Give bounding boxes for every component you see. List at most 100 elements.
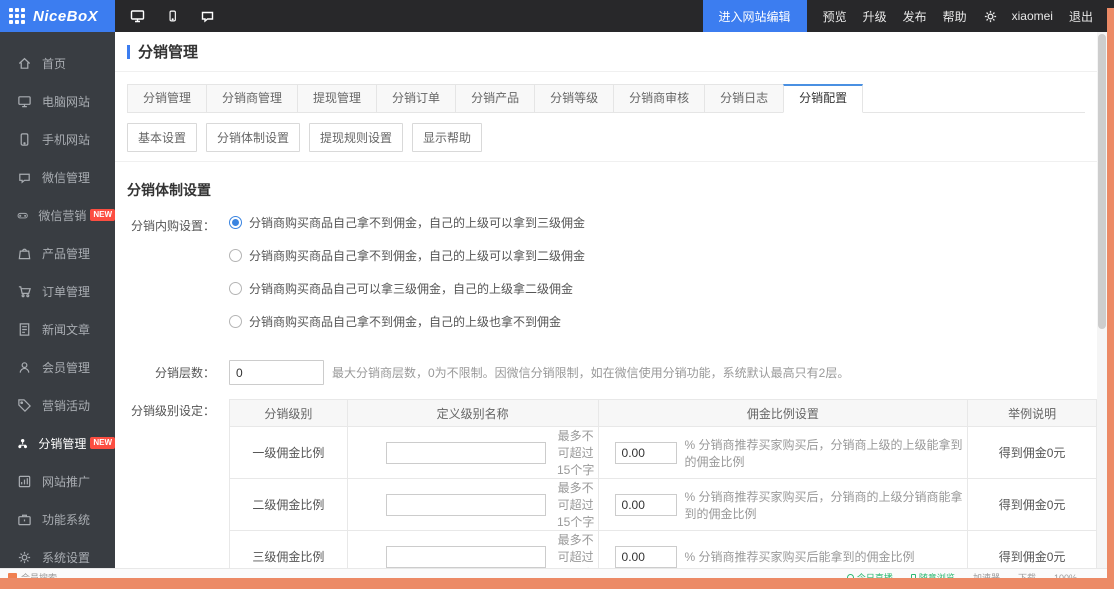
sidebar-item-mobile-site[interactable]: 手机网站	[0, 120, 115, 158]
radio-icon[interactable]	[229, 282, 242, 295]
desktop-view-icon[interactable]	[129, 8, 146, 24]
chart-icon	[17, 474, 32, 489]
distribution-system-settings-button[interactable]: 分销体制设置	[206, 123, 300, 152]
inner-purchase-setting-row: 分销内购设置： 分销商购买商品自己拿不到佣金，自己的上级可以拿到三级佣金 分销商…	[115, 214, 1097, 346]
name-hint: 最多不可超过15个字	[554, 427, 598, 478]
example-cell: 得到佣金0元	[968, 479, 1097, 531]
scrollbar[interactable]	[1097, 32, 1107, 578]
sidebar-item-pc-site[interactable]: 电脑网站	[0, 82, 115, 120]
main-content: 分销管理 分销管理 分销商管理 提现管理 分销订单 分销产品 分销等级 分销商审…	[115, 32, 1097, 578]
subnav: 基本设置 分销体制设置 提现规则设置 显示帮助	[115, 113, 1097, 162]
upgrade-link[interactable]: 升级	[863, 8, 887, 25]
radio-option-1[interactable]: 分销商购买商品自己拿不到佣金，自己的上级可以拿到三级佣金	[229, 214, 585, 231]
tab-distribution-config[interactable]: 分销配置	[783, 84, 863, 113]
tab-distribution-orders[interactable]: 分销订单	[376, 84, 456, 113]
sidebar-item-distribution[interactable]: 分销管理 NEW	[0, 424, 115, 462]
sidebar-item-orders[interactable]: 订单管理	[0, 272, 115, 310]
levels-hint: 最大分销商层数，0为不限制。因微信分销限制，如在微信使用分销功能，系统默认最高只…	[332, 364, 849, 381]
tab-bar: 分销管理 分销商管理 提现管理 分销订单 分销产品 分销等级 分销商审核 分销日…	[127, 84, 1085, 113]
distribution-levels-row: 分销层数： 最大分销商层数，0为不限制。因微信分销限制，如在微信使用分销功能，系…	[115, 360, 1097, 385]
col-header-rate: 佣金比例设置	[598, 400, 968, 427]
radio-selected-icon[interactable]	[229, 216, 242, 229]
name-hint: 最多不可超过15个字	[554, 479, 598, 530]
network-icon	[17, 436, 28, 451]
levels-input[interactable]	[229, 360, 324, 385]
sidebar-item-members[interactable]: 会员管理	[0, 348, 115, 386]
frame-corner	[1107, 0, 1114, 8]
grade-table: 分销级别 定义级别名称 佣金比例设置 举例说明 一级佣金比例 最多不可超过15个…	[229, 399, 1097, 578]
sidebar-item-promotion[interactable]: 网站推广	[0, 462, 115, 500]
withdrawal-rules-settings-button[interactable]: 提现规则设置	[309, 123, 403, 152]
tab-withdrawal-mgmt[interactable]: 提现管理	[297, 84, 377, 113]
tab-distribution-levels[interactable]: 分销等级	[534, 84, 614, 113]
radio-option-2[interactable]: 分销商购买商品自己拿不到佣金，自己的上级可以拿到二级佣金	[229, 247, 585, 264]
mobile-view-icon[interactable]	[166, 8, 179, 24]
section-heading-system: 分销体制设置	[127, 180, 1097, 200]
topbar: NiceBoX 进入网站编辑 预览 升级 发布 帮助 xiaomei 退出	[0, 0, 1107, 32]
rate-desc: % 分销商推荐买家购买后，分销商的上级分销商能拿到的佣金比例	[685, 488, 968, 522]
frame-right-bar	[1107, 8, 1114, 589]
preview-link[interactable]: 预览	[823, 8, 847, 25]
level1-rate-input[interactable]	[615, 442, 677, 464]
radio-icon[interactable]	[229, 249, 242, 262]
radio-option-3[interactable]: 分销商购买商品自己可以拿三级佣金，自己的上级拿二级佣金	[229, 280, 585, 297]
levels-label: 分销层数：	[115, 364, 215, 381]
inner-purchase-label: 分销内购设置：	[115, 214, 215, 346]
basic-settings-button[interactable]: 基本设置	[127, 123, 197, 152]
tab-distributor-review[interactable]: 分销商审核	[613, 84, 705, 113]
col-header-name: 定义级别名称	[347, 400, 598, 427]
logout-link[interactable]: 退出	[1069, 8, 1093, 25]
document-icon	[17, 322, 32, 337]
bag-icon	[17, 246, 32, 261]
briefcase-icon	[17, 512, 32, 527]
level1-name-input[interactable]	[386, 442, 546, 464]
level3-rate-input[interactable]	[615, 546, 677, 568]
rate-desc: % 分销商推荐买家购买后能拿到的佣金比例	[685, 548, 915, 565]
apps-grid-icon[interactable]	[9, 8, 25, 24]
rate-desc: % 分销商推荐买家购买后，分销商上级的上级能拿到的佣金比例	[685, 436, 968, 470]
gear-icon	[17, 550, 32, 565]
level-cell: 一级佣金比例	[230, 427, 348, 479]
grade-label: 分销级别设定：	[115, 399, 215, 578]
level-cell: 二级佣金比例	[230, 479, 348, 531]
member-icon	[17, 360, 32, 375]
col-header-level: 分销级别	[230, 400, 348, 427]
radio-option-4[interactable]: 分销商购买商品自己拿不到佣金，自己的上级也拿不到佣金	[229, 313, 585, 330]
settings-gear-icon[interactable]	[983, 9, 998, 24]
username[interactable]: xiaomei	[1012, 9, 1053, 23]
sidebar-item-products[interactable]: 产品管理	[0, 234, 115, 272]
sidebar-item-home[interactable]: 首页	[0, 44, 115, 82]
sidebar-item-news[interactable]: 新闻文章	[0, 310, 115, 348]
level3-name-input[interactable]	[386, 546, 546, 568]
home-icon	[17, 56, 32, 71]
tab-distribution-logs[interactable]: 分销日志	[704, 84, 784, 113]
table-row: 一级佣金比例 最多不可超过15个字 % 分销商推荐买家购买后，分销商上级的上级能…	[230, 427, 1097, 479]
cart-icon	[17, 284, 32, 299]
sidebar-item-functions[interactable]: 功能系统	[0, 500, 115, 538]
wechat-icon	[17, 170, 32, 185]
sidebar-item-wechat-marketing[interactable]: 微信营销 NEW	[0, 196, 115, 234]
tab-distribution-mgmt[interactable]: 分销管理	[127, 84, 207, 113]
help-link[interactable]: 帮助	[943, 8, 967, 25]
tab-distributor-mgmt[interactable]: 分销商管理	[206, 84, 298, 113]
radio-icon[interactable]	[229, 315, 242, 328]
tab-distribution-products[interactable]: 分销产品	[455, 84, 535, 113]
table-row: 二级佣金比例 最多不可超过15个字 % 分销商推荐买家购买后，分销商的上级分销商…	[230, 479, 1097, 531]
title-accent-bar	[127, 45, 130, 59]
enter-site-editor-button[interactable]: 进入网站编辑	[703, 0, 807, 32]
sidebar-item-marketing[interactable]: 营销活动	[0, 386, 115, 424]
sidebar-item-wechat-mgmt[interactable]: 微信管理	[0, 158, 115, 196]
frame-bottom-bar	[0, 578, 1114, 589]
chat-icon[interactable]	[199, 8, 216, 24]
page-title: 分销管理	[138, 41, 198, 62]
sidebar: 首页 电脑网站 手机网站 微信管理 微信营销 NEW 产品管理 订单管理 新闻文…	[0, 32, 115, 570]
level2-name-input[interactable]	[386, 494, 546, 516]
logo-area[interactable]: NiceBoX	[0, 0, 115, 32]
tag-icon	[17, 398, 32, 413]
show-help-button[interactable]: 显示帮助	[412, 123, 482, 152]
level2-rate-input[interactable]	[615, 494, 677, 516]
scrollbar-thumb[interactable]	[1098, 34, 1106, 329]
gamepad-icon	[17, 208, 28, 223]
example-cell: 得到佣金0元	[968, 427, 1097, 479]
publish-link[interactable]: 发布	[903, 8, 927, 25]
